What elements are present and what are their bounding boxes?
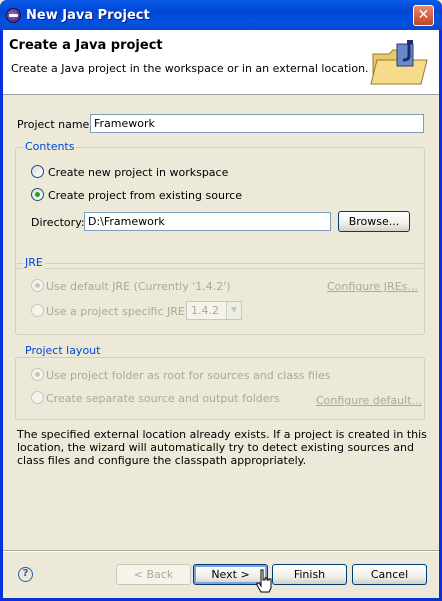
- title-bar[interactable]: New Java Project ✕: [0, 0, 442, 30]
- help-icon[interactable]: ?: [18, 567, 33, 582]
- eclipse-icon: [6, 8, 21, 23]
- wizard-header: Create a Java project Create a Java proj…: [3, 30, 439, 95]
- dialog-client: Create a Java project Create a Java proj…: [3, 30, 439, 598]
- default-jre-label[interactable]: Use default JRE (Currently '1.4.2'): [46, 280, 231, 293]
- hand-cursor-icon: [256, 569, 272, 593]
- create-existing-radio[interactable]: [31, 188, 44, 201]
- java-project-folder-icon: [370, 40, 428, 85]
- create-new-label[interactable]: Create new project in workspace: [48, 166, 228, 179]
- separate-folders-label[interactable]: Create separate source and output folder…: [46, 392, 280, 405]
- back-button[interactable]: < Back: [116, 564, 191, 585]
- finish-button[interactable]: Finish: [272, 564, 347, 585]
- jre-version-value: 1.4.2: [191, 304, 219, 317]
- configure-jres-link[interactable]: Configure JREs...: [327, 280, 418, 293]
- button-bar-separator: [3, 550, 439, 552]
- root-folder-radio[interactable]: [31, 368, 44, 381]
- separate-folders-radio[interactable]: [31, 391, 44, 404]
- info-message: The specified external location already …: [17, 428, 427, 467]
- create-existing-label[interactable]: Create project from existing source: [48, 189, 242, 202]
- directory-input[interactable]: D:\Framework: [84, 212, 331, 231]
- window-title: New Java Project: [26, 8, 150, 23]
- directory-label: Directory:: [31, 216, 85, 229]
- project-layout-group: [15, 357, 425, 420]
- dialog-window: New Java Project ✕ Create a Java project…: [0, 0, 442, 601]
- default-jre-radio[interactable]: [31, 279, 44, 292]
- jre-version-select[interactable]: 1.4.2 ▼: [186, 301, 242, 320]
- specific-jre-radio[interactable]: [31, 304, 44, 317]
- root-folder-label[interactable]: Use project folder as root for sources a…: [46, 369, 331, 382]
- jre-group-title: JRE: [23, 256, 45, 269]
- contents-group-title: Contents: [23, 140, 77, 153]
- jre-group: [15, 263, 425, 335]
- specific-jre-label[interactable]: Use a project specific JRE:: [46, 305, 189, 318]
- browse-button[interactable]: Browse...: [338, 211, 410, 232]
- project-name-input[interactable]: Framework: [90, 114, 424, 133]
- page-description: Create a Java project in the workspace o…: [11, 62, 369, 75]
- chevron-down-icon[interactable]: ▼: [226, 302, 241, 319]
- project-layout-group-title: Project layout: [23, 344, 103, 357]
- create-new-radio[interactable]: [31, 165, 44, 178]
- close-button[interactable]: ✕: [413, 5, 434, 26]
- project-name-label: Project name:: [17, 118, 94, 131]
- page-title: Create a Java project: [9, 38, 163, 53]
- cancel-button[interactable]: Cancel: [352, 564, 427, 585]
- configure-default-link[interactable]: Configure default...: [316, 394, 422, 407]
